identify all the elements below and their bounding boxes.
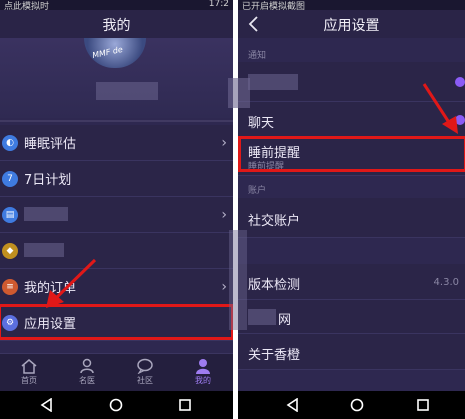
tab-community[interactable]: 社区	[116, 354, 174, 392]
version-value: 4.3.0	[433, 277, 459, 288]
setting-row-website[interactable]: 网	[238, 300, 465, 334]
title-bar: 应用设置	[238, 10, 465, 38]
recents-square-icon[interactable]	[178, 398, 192, 412]
section-header-notify: 通知	[248, 51, 267, 61]
calendar-icon: 7	[2, 170, 18, 187]
chevron-right-icon: ›	[221, 278, 227, 295]
tab-label: 我的	[195, 376, 211, 385]
back-triangle-icon[interactable]	[40, 398, 54, 412]
right-screen: 已开启模拟截图 应用设置 通知 聊天 睡前提醒 睡前提醒 账户 社交账户 版本检…	[238, 0, 465, 419]
row-label: 社交账户	[248, 214, 301, 229]
system-nav-bar	[0, 391, 233, 419]
menu-item-report[interactable]: ▤ ›	[0, 197, 233, 233]
community-icon	[137, 358, 153, 374]
setting-row-version-check[interactable]: 版本检测 4.3.0	[238, 264, 465, 300]
menu-label: 7日计划	[24, 173, 72, 188]
menu-label: 我的订单	[24, 281, 77, 296]
blurred-label	[248, 309, 276, 325]
tag-icon: ◆	[2, 242, 18, 259]
home-circle-icon[interactable]	[350, 398, 364, 412]
toggle-on-icon[interactable]	[455, 115, 465, 125]
row-label: 关于香橙	[248, 348, 301, 363]
report-icon: ▤	[2, 206, 18, 223]
menu-item-tag[interactable]: ◆	[0, 233, 233, 269]
avatar[interactable]: MMF de	[84, 38, 146, 68]
left-screen: 点此模拟时 17:2 我的 MMF de ◐ 睡眠评估 › 7 7日计划 ▤ ›…	[0, 0, 233, 419]
bottom-tab-bar: 首页 名医 社区 我的	[0, 353, 233, 391]
tab-profile[interactable]: 我的	[174, 354, 232, 392]
highlight-box	[0, 304, 233, 340]
blurred-label	[24, 243, 64, 257]
menu-label: 睡眠评估	[24, 137, 77, 152]
row-label: 版本检测	[248, 278, 301, 293]
tab-label: 名医	[79, 376, 95, 385]
row-label: 网	[278, 313, 292, 328]
home-icon	[21, 359, 37, 374]
menu-item-orders[interactable]: ≡ 我的订单 ›	[0, 269, 233, 305]
moon-icon: ◐	[2, 134, 18, 151]
page-title: 我的	[102, 18, 131, 34]
blurred-label	[248, 74, 298, 90]
blur-patch	[228, 78, 250, 108]
setting-row-message[interactable]	[238, 62, 465, 102]
home-circle-icon[interactable]	[109, 398, 123, 412]
status-bar: 已开启模拟截图	[238, 0, 465, 12]
profile-header: MMF de	[0, 38, 233, 118]
blur-patch	[229, 230, 247, 330]
order-icon: ≡	[2, 278, 18, 295]
divider	[0, 120, 233, 122]
status-bar: 点此模拟时 17:2	[0, 0, 233, 12]
setting-row-chat[interactable]: 聊天	[238, 102, 465, 138]
title-bar: 我的	[0, 10, 233, 38]
setting-row-about[interactable]: 关于香橙	[238, 334, 465, 370]
tab-label: 社区	[137, 376, 153, 385]
system-nav-bar	[238, 391, 465, 419]
avatar-text: MMF de	[91, 44, 124, 61]
blurred-label	[24, 207, 68, 221]
menu-item-sleep-assessment[interactable]: ◐ 睡眠评估 ›	[0, 125, 233, 161]
status-time: 17:2	[208, 0, 229, 9]
chevron-right-icon: ›	[221, 206, 227, 223]
profile-icon	[196, 359, 210, 374]
recents-square-icon[interactable]	[416, 398, 430, 412]
setting-row-social-account[interactable]: 社交账户	[238, 198, 465, 238]
doctor-icon	[80, 358, 94, 374]
row-label: 聊天	[248, 116, 275, 131]
toggle-on-icon[interactable]	[455, 77, 465, 87]
section-header-account: 账户	[248, 186, 267, 196]
page-title: 应用设置	[323, 18, 380, 34]
tab-home[interactable]: 首页	[0, 354, 58, 392]
blurred-username	[96, 82, 158, 100]
chevron-right-icon: ›	[221, 134, 227, 151]
back-triangle-icon[interactable]	[286, 398, 300, 412]
tab-label: 首页	[21, 376, 37, 385]
highlight-box	[238, 136, 465, 172]
tab-doctor[interactable]: 名医	[58, 354, 116, 392]
menu-item-7day-plan[interactable]: 7 7日计划	[0, 161, 233, 197]
